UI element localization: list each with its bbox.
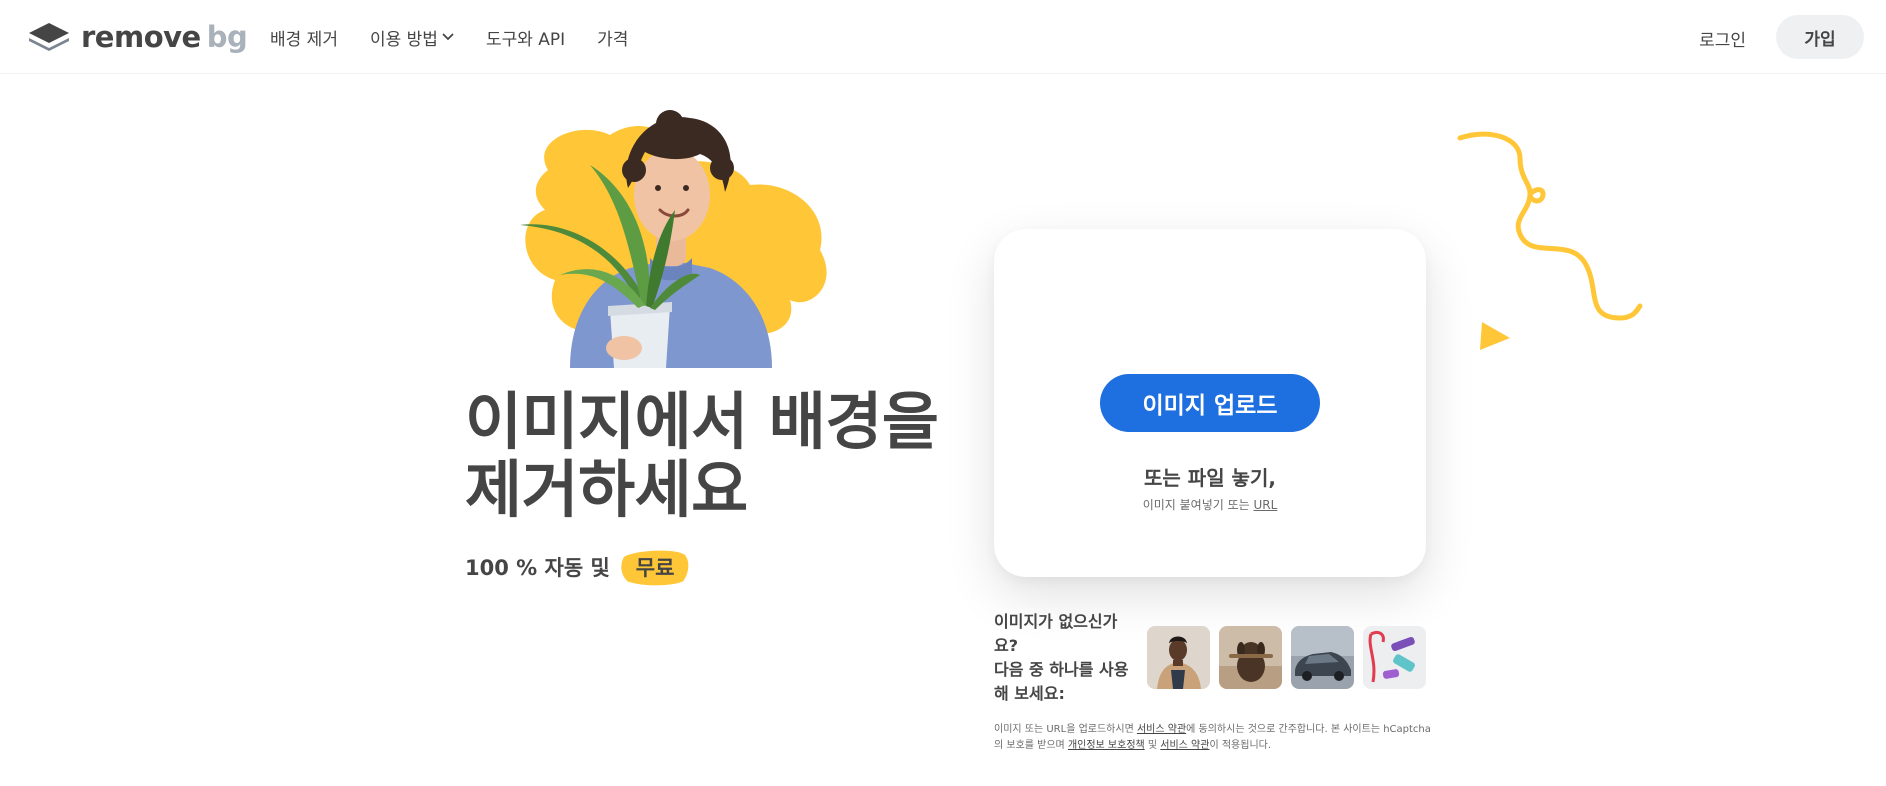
signup-button[interactable]: 가입 <box>1776 15 1864 59</box>
logo-word-remove: remove <box>81 20 201 54</box>
upload-image-button[interactable]: 이미지 업로드 <box>1100 374 1320 432</box>
main-nav: 배경 제거 이용 방법 도구와 API 가격 <box>270 0 660 74</box>
upload-dropzone-card[interactable]: 이미지 업로드 또는 파일 놓기, 이미지 붙여넣기 또는 URL <box>994 229 1426 577</box>
hero-subline: 100 % 자동 및 무료 <box>465 548 690 586</box>
hero-subline-text: 100 % 자동 및 <box>465 556 610 580</box>
nav-item-how-to-use[interactable]: 이용 방법 <box>370 25 454 50</box>
hero-man-with-plant-image <box>520 110 827 368</box>
yellow-squiggle-decoration <box>1457 131 1643 321</box>
free-badge: 무료 <box>620 548 691 586</box>
nav-item-label: 도구와 API <box>485 29 566 50</box>
dog-photo-icon <box>1219 626 1282 689</box>
removebg-logo[interactable]: remove bg <box>27 20 248 54</box>
terms-text-part3: 및 <box>1144 740 1161 751</box>
chevron-down-icon <box>442 33 454 41</box>
terms-notice: 이미지 또는 URL을 업로드하시면 서비스 약관에 동의하시는 것으로 간주합… <box>994 722 1434 754</box>
sample-image-dog[interactable] <box>1219 626 1282 689</box>
no-image-prompt-line2: 다음 중 하나를 사용해 보세요: <box>994 660 1129 703</box>
sample-image-fitness-gear[interactable] <box>1363 626 1426 689</box>
no-image-prompt: 이미지가 없으신가요? 다음 중 하나를 사용해 보세요: <box>994 610 1134 706</box>
logo-word-bg: bg <box>206 20 248 54</box>
paste-image-label: 이미지 붙여넣기 또는 <box>1142 498 1254 512</box>
paste-image-text: 이미지 붙여넣기 또는 URL <box>994 496 1426 513</box>
terms-of-service-link[interactable]: 서비스 약관 <box>1137 724 1186 735</box>
top-navigation-bar: remove bg 배경 제거 이용 방법 도구와 API 가격 로그인 가입 <box>0 0 1886 74</box>
layers-logo-icon <box>29 23 69 51</box>
nav-item-label: 가격 <box>597 29 629 50</box>
terms-text-part1: 이미지 또는 URL을 업로드하시면 <box>994 724 1137 735</box>
car-photo-icon <box>1291 626 1354 689</box>
sample-image-car[interactable] <box>1291 626 1354 689</box>
fitness-gear-photo-icon <box>1363 626 1426 689</box>
hero-headline-line2: 제거하세요 <box>465 453 748 526</box>
hero-headline-line1: 이미지에서 배경을 <box>465 385 939 458</box>
drop-file-text: 또는 파일 놓기, <box>1144 466 1276 490</box>
nav-item-tools-api[interactable]: 도구와 API <box>486 25 565 50</box>
paste-url-link[interactable]: URL <box>1254 498 1278 512</box>
terms-text-part4: 이 적용됩니다. <box>1209 740 1272 751</box>
nav-item-label: 이용 방법 <box>369 29 438 50</box>
nav-item-label: 배경 제거 <box>270 29 338 50</box>
sample-image-woman[interactable] <box>1147 626 1210 689</box>
nav-item-pricing[interactable]: 가격 <box>597 25 628 50</box>
nav-item-remove-background[interactable]: 배경 제거 <box>270 25 338 50</box>
free-badge-label: 무료 <box>635 556 675 580</box>
terms-of-service-link-2[interactable]: 서비스 약관 <box>1160 740 1209 751</box>
no-image-prompt-line1: 이미지가 없으신가요? <box>994 612 1118 655</box>
privacy-policy-link[interactable]: 개인정보 보호정책 <box>1068 740 1145 751</box>
yellow-triangle-decoration <box>1480 322 1510 350</box>
hero-headline: 이미지에서 배경을 제거하세요 <box>465 385 939 526</box>
login-link[interactable]: 로그인 <box>1699 26 1746 51</box>
sample-images-row <box>1147 626 1435 689</box>
woman-photo-icon <box>1147 626 1210 689</box>
